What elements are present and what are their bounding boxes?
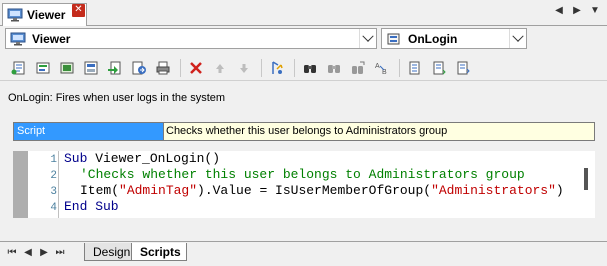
viewer-icon bbox=[7, 8, 23, 22]
property-row[interactable]: Script Checks whether this user belongs … bbox=[13, 122, 595, 141]
vertical-scrollbar[interactable] bbox=[580, 151, 595, 218]
bottom-tab-bar: ⏮ ◀ ▶ ⏭ Design Scripts bbox=[0, 241, 607, 266]
comment-icon[interactable] bbox=[452, 58, 474, 78]
ab-replace-icon[interactable]: AB bbox=[371, 58, 393, 78]
toolbar-separator bbox=[261, 58, 262, 77]
object-select[interactable]: Viewer bbox=[5, 28, 377, 49]
string-literal: "AdminTag" bbox=[119, 183, 198, 198]
line-number: 3 bbox=[50, 186, 57, 198]
find-icon[interactable] bbox=[299, 58, 321, 78]
string-literal: "Administrators" bbox=[431, 183, 556, 198]
toolbar-separator bbox=[180, 58, 181, 77]
event-select-value: OnLogin bbox=[408, 31, 458, 46]
toolbar-separator bbox=[294, 58, 295, 77]
last-icon[interactable]: ⏭ bbox=[54, 247, 66, 258]
svg-text:B: B bbox=[382, 69, 387, 76]
check-syntax-icon[interactable] bbox=[266, 58, 288, 78]
code-editor[interactable]: 1 2 3 4 Sub Viewer_OnLogin() 'Checks whe… bbox=[13, 151, 595, 218]
insert-form-icon[interactable] bbox=[56, 58, 78, 78]
next-icon[interactable]: ▶ bbox=[38, 247, 50, 258]
first-icon[interactable]: ⏮ bbox=[6, 247, 18, 258]
selector-row: Viewer OnLogin bbox=[0, 26, 607, 55]
outdent-icon[interactable] bbox=[428, 58, 450, 78]
code-token: ).Value = IsUserMemberOfGroup( bbox=[197, 183, 432, 198]
code-token: Viewer_OnLogin() bbox=[87, 151, 221, 166]
event-select[interactable]: OnLogin bbox=[381, 28, 527, 49]
property-name[interactable]: Script bbox=[14, 123, 164, 140]
toolbar: AB bbox=[0, 55, 607, 81]
move-down-icon[interactable] bbox=[233, 58, 255, 78]
code-line: Item("AdminTag").Value = IsUserMemberOfG… bbox=[80, 182, 564, 200]
new-script-icon[interactable] bbox=[8, 58, 30, 78]
move-up-icon[interactable] bbox=[209, 58, 231, 78]
tab-navigation: ◀ ▶ ▼ bbox=[553, 5, 601, 16]
export-icon[interactable] bbox=[128, 58, 150, 78]
find-next-icon[interactable] bbox=[323, 58, 345, 78]
print-icon[interactable] bbox=[152, 58, 174, 78]
close-icon[interactable]: ✕ bbox=[72, 4, 85, 17]
property-value[interactable]: Checks whether this user belongs to Admi… bbox=[164, 123, 594, 140]
line-number: 2 bbox=[50, 170, 57, 182]
keyword: End Sub bbox=[64, 199, 119, 214]
code-line: End Sub bbox=[64, 198, 119, 216]
tab-title: Viewer bbox=[27, 8, 66, 22]
sheet-navigation: ⏮ ◀ ▶ ⏭ bbox=[6, 247, 66, 258]
insert-field-icon[interactable] bbox=[80, 58, 102, 78]
code-token: Item( bbox=[80, 183, 120, 198]
line-number: 1 bbox=[50, 154, 57, 166]
line-number: 4 bbox=[50, 202, 57, 214]
code-text[interactable]: Sub Viewer_OnLogin() 'Checks whether thi… bbox=[64, 151, 564, 241]
event-description: OnLogin: Fires when user logs in the sys… bbox=[8, 92, 226, 104]
indent-icon[interactable] bbox=[404, 58, 426, 78]
chevron-down-icon[interactable] bbox=[509, 29, 526, 48]
document-tab-strip: Viewer ✕ ◀ ▶ ▼ bbox=[0, 0, 607, 26]
import-icon[interactable] bbox=[104, 58, 126, 78]
scrollbar-thumb[interactable] bbox=[584, 168, 588, 190]
prev-icon[interactable]: ◀ bbox=[22, 247, 34, 258]
chevron-down-icon[interactable] bbox=[359, 29, 376, 48]
comment: 'Checks whether this user belongs to Adm… bbox=[80, 167, 525, 182]
code-token: ) bbox=[555, 183, 564, 198]
scroll-right-icon[interactable]: ▶ bbox=[571, 5, 583, 16]
replace-icon[interactable] bbox=[347, 58, 369, 78]
line-number-gutter: 1 2 3 4 bbox=[28, 151, 59, 218]
tab-design[interactable]: Design bbox=[84, 243, 134, 261]
delete-icon[interactable] bbox=[185, 58, 207, 78]
scroll-left-icon[interactable]: ◀ bbox=[553, 5, 565, 16]
viewer-icon bbox=[10, 32, 26, 46]
insert-event-icon[interactable] bbox=[32, 58, 54, 78]
tab-scripts[interactable]: Scripts bbox=[131, 243, 187, 261]
object-select-value: Viewer bbox=[32, 31, 71, 46]
event-icon bbox=[386, 32, 402, 46]
toolbar-separator bbox=[399, 58, 400, 77]
dropdown-icon[interactable]: ▼ bbox=[589, 5, 601, 16]
keyword: Sub bbox=[64, 151, 88, 166]
svg-text:A: A bbox=[375, 63, 380, 70]
